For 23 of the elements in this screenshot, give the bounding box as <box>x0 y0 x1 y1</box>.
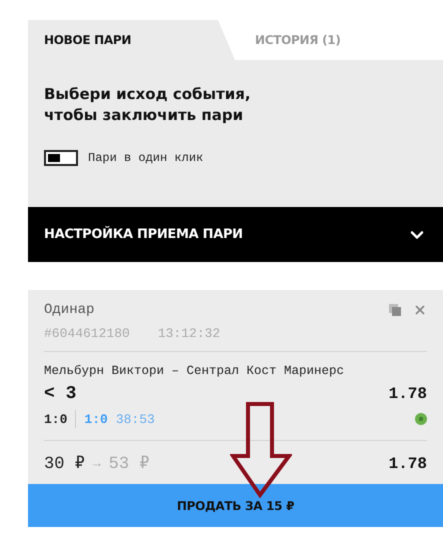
outcome: < 3 <box>44 384 76 404</box>
ball-icon <box>415 413 427 425</box>
bet-id: #6044612180 <box>44 326 130 341</box>
prompt-text: Выбери исход события, чтобы заключить пари <box>44 84 252 126</box>
arrow-sign: → <box>92 456 101 471</box>
sell-button[interactable]: ПРОДАТЬ ЗА 15 ₽ <box>28 484 443 527</box>
tab[interactable]: НОВОЕ ПАРИ <box>28 20 235 60</box>
live-time: 38:53 <box>116 412 155 426</box>
score: 1:0 <box>44 412 68 426</box>
bet-time: 13:12:32 <box>158 326 220 341</box>
settings-title: НАСТРОЙКА ПРИЕМА ПАРИ <box>44 227 243 242</box>
total-odds: 1.78 <box>388 454 427 472</box>
live-score: 1:0 <box>84 412 108 426</box>
copy-icon[interactable] <box>389 304 401 316</box>
payout: 53 ₽ <box>108 454 150 474</box>
stake: 30 ₽ <box>44 454 85 474</box>
toggle-switch[interactable] <box>44 150 78 166</box>
close-icon[interactable] <box>413 303 427 317</box>
bet-type: Одинар <box>44 302 94 318</box>
match-name: Мельбурн Виктори – Сентрал Кост Маринерс <box>44 364 346 378</box>
toggle-label: Пари в один клик <box>88 151 204 165</box>
settings-bar[interactable]: НАСТРОЙКА ПРИЕМА ПАРИ <box>28 207 443 262</box>
odds: 1.78 <box>388 385 427 403</box>
